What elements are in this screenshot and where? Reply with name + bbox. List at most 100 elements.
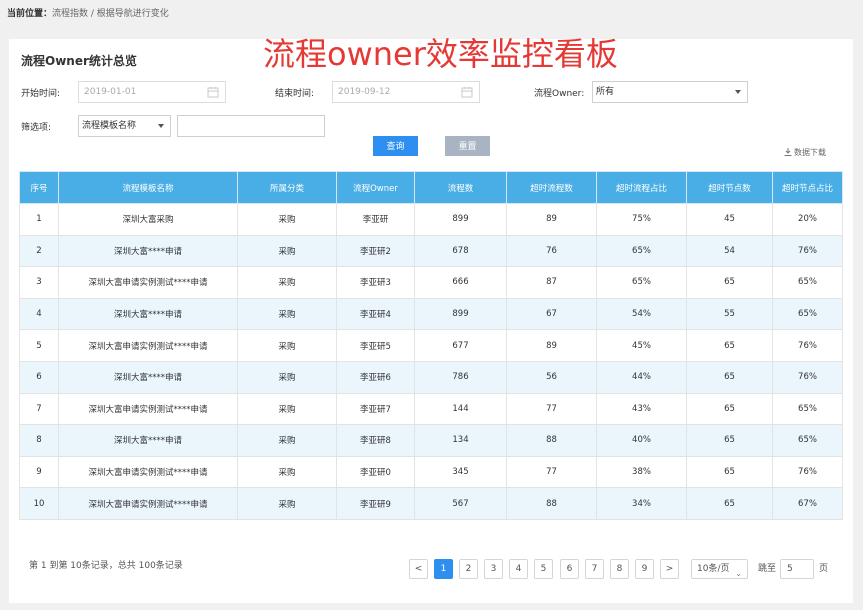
table-cell: 76% [772,329,843,362]
table-cell: 深圳大富申请实例测试****申请 [58,266,238,299]
table-row[interactable]: 2 深圳大富****申请 采购 李亚研2 678 76 65% 54 76% [19,234,843,268]
page-button[interactable]: 4 [509,559,528,579]
col-header[interactable]: 超时流程数 [506,171,597,204]
owner-select[interactable]: 所有 [592,81,748,103]
breadcrumb: 当前位置：流程指数 / 根据导航进行变化 [7,6,169,19]
table-cell: 40% [596,424,687,457]
table-cell: 65 [686,455,773,489]
download-label: 数据下载 [794,148,826,157]
table-cell: 899 [414,297,507,331]
chevron-down-icon: ⌄ [735,569,742,578]
breadcrumb-label: 当前位置： [7,9,53,19]
page-button[interactable]: 2 [459,559,478,579]
table-cell: 899 [414,203,507,236]
owner-select-value: 所有 [596,87,615,97]
col-header[interactable]: 所属分类 [237,171,337,204]
page-button[interactable]: 9 [635,559,654,579]
table-cell: 深圳大富申请实例测试****申请 [58,329,238,362]
download-icon [784,148,792,156]
table-cell: 采购 [237,360,337,394]
table-cell: 87 [506,266,597,299]
table-cell: 45 [686,203,773,236]
table-cell: 76% [772,234,843,268]
table-cell: 75% [596,203,687,236]
table-cell: 深圳大富申请实例测试****申请 [58,487,238,520]
table-cell: 88 [506,487,597,520]
filter-text-input[interactable] [177,115,325,137]
table-row[interactable]: 8 深圳大富****申请 采购 李亚研8 134 88 40% 65 65% [19,424,843,457]
table-cell: 65 [686,424,773,457]
page-button[interactable]: 7 [585,559,604,579]
table-row[interactable]: 6 深圳大富****申请 采购 李亚研6 786 56 44% 65 76% [19,360,843,394]
download-link[interactable]: 数据下载 [784,147,826,158]
reset-button[interactable]: 重置 [445,136,490,156]
table-cell: 采购 [237,455,337,489]
table-cell: 李亚研5 [336,329,415,362]
table-cell: 深圳大富****申请 [58,360,238,394]
table-cell: 采购 [237,203,337,236]
table-cell: 65 [686,360,773,394]
jump-unit: 页 [819,564,829,574]
table-cell: 采购 [237,424,337,457]
table-cell: 9 [19,455,59,489]
col-header[interactable]: 流程数 [414,171,507,204]
col-header[interactable]: 流程Owner [336,171,415,204]
table-row[interactable]: 1 深圳大富采购 采购 李亚研 899 89 75% 45 20% [19,203,843,236]
start-date-input[interactable]: 2019-01-01 [78,81,226,103]
table-cell: 李亚研4 [336,297,415,331]
pagination: < 1 2 3 4 5 6 7 8 9 > 10条/页 ⌄ 跳至 5 页 [9,559,853,579]
col-header[interactable]: 流程模板名称 [58,171,238,204]
table-cell: 采购 [237,329,337,362]
page-button[interactable]: 3 [484,559,503,579]
col-header[interactable]: 超时流程占比 [596,171,687,204]
table-cell: 88 [506,424,597,457]
page-button[interactable]: 1 [434,559,453,579]
table-cell: 677 [414,329,507,362]
table-cell: 2 [19,234,59,268]
col-header[interactable]: 超时节点占比 [772,171,843,204]
table-row[interactable]: 3 深圳大富申请实例测试****申请 采购 李亚研3 666 87 65% 65 65% [19,266,843,299]
table-cell: 4 [19,297,59,331]
page-button[interactable]: 8 [610,559,629,579]
table-cell: 1 [19,203,59,236]
breadcrumb-path: 流程指数 / 根据导航进行变化 [52,9,169,19]
col-header[interactable]: 超时节点数 [686,171,773,204]
page-size-select[interactable]: 10条/页 ⌄ [691,559,748,579]
jump-page-input[interactable]: 5 [780,559,814,579]
table-row[interactable]: 10 深圳大富申请实例测试****申请 采购 李亚研9 567 88 34% 65 67% [19,487,843,520]
page-button[interactable]: 5 [534,559,553,579]
col-header[interactable]: 序号 [19,171,59,204]
dashboard-overlay-title: 流程owner效率监控看板 [263,35,618,73]
end-date-input[interactable]: 2019-09-12 [332,81,480,103]
table-row[interactable]: 4 深圳大富****申请 采购 李亚研4 899 67 54% 55 65% [19,297,843,331]
filter-field-select[interactable]: 流程模板名称 [78,115,171,137]
table-row[interactable]: 5 深圳大富申请实例测试****申请 采购 李亚研5 677 89 45% 65 76% [19,329,843,362]
table-cell: 采购 [237,392,337,426]
table-cell: 65 [686,392,773,426]
table-cell: 65 [686,329,773,362]
table-cell: 56 [506,360,597,394]
table-cell: 65 [686,487,773,520]
table-cell: 6 [19,360,59,394]
table-cell: 55 [686,297,773,331]
page-size-value: 10条/页 [697,564,730,574]
next-page-button[interactable]: > [660,559,679,579]
page-button[interactable]: 6 [560,559,579,579]
table-cell: 深圳大富申请实例测试****申请 [58,392,238,426]
table-cell: 54% [596,297,687,331]
main-panel: 流程Owner统计总览 开始时间: 2019-01-01 结束时间: 2019-… [9,39,853,603]
table-cell: 89 [506,203,597,236]
table-cell: 89 [506,329,597,362]
table-cell: 65% [596,234,687,268]
table-cell: 李亚研3 [336,266,415,299]
panel-title: 流程Owner统计总览 [21,54,137,68]
table-cell: 3 [19,266,59,299]
table-row[interactable]: 7 深圳大富申请实例测试****申请 采购 李亚研7 144 77 43% 65 65% [19,392,843,426]
table-header-row: 序号 流程模板名称 所属分类 流程Owner 流程数 超时流程数 超时流程占比 … [19,171,843,204]
table-row[interactable]: 9 深圳大富申请实例测试****申请 采购 李亚研0 345 77 38% 65 76% [19,455,843,489]
table-cell: 77 [506,455,597,489]
query-button[interactable]: 查询 [373,136,418,156]
table-cell: 深圳大富****申请 [58,297,238,331]
prev-page-button[interactable]: < [409,559,428,579]
table-cell: 采购 [237,297,337,331]
